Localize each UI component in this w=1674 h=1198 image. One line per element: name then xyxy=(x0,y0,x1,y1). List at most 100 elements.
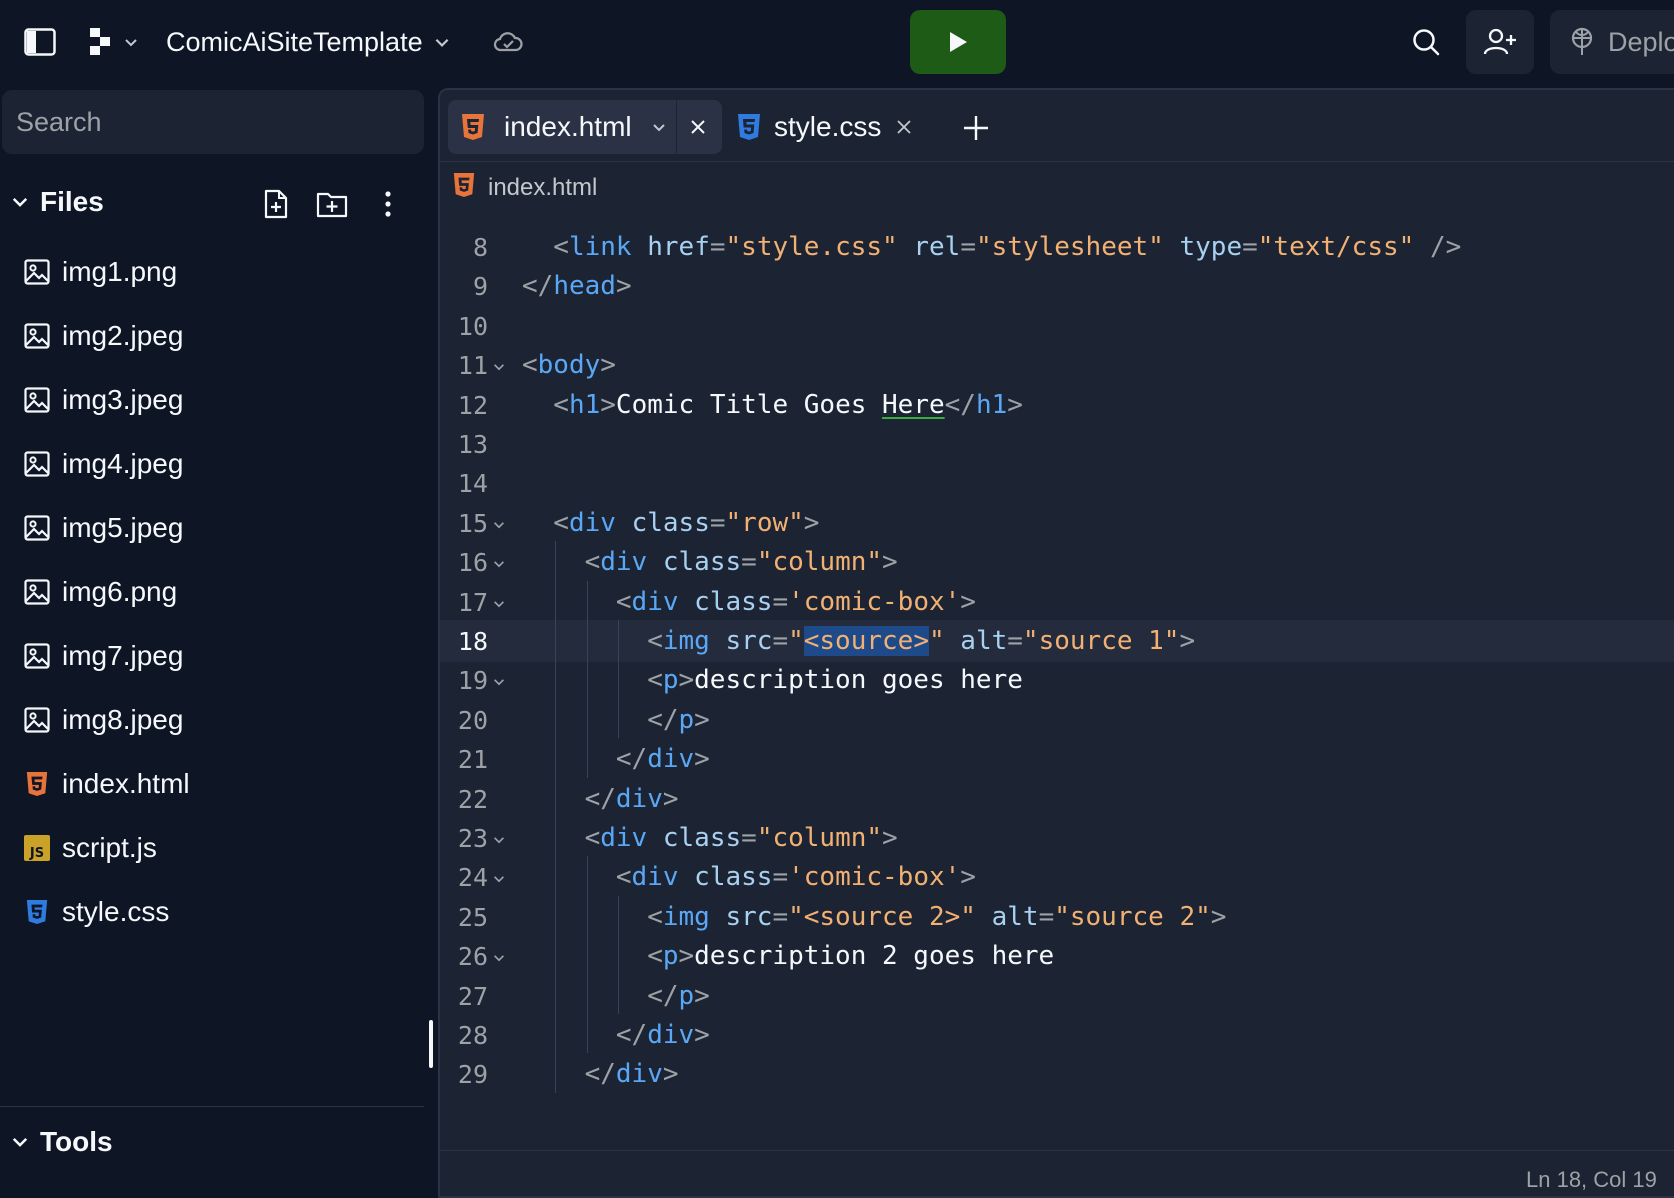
files-header[interactable]: Files xyxy=(0,174,428,230)
fold-chevron-icon[interactable] xyxy=(490,555,508,573)
file-item[interactable]: img4.jpeg xyxy=(0,432,428,496)
code-token: = xyxy=(772,586,789,617)
code-line[interactable]: 26 <p>description 2 goes here xyxy=(440,935,1674,977)
tab-style-css[interactable]: style.css xyxy=(730,100,930,154)
code-line[interactable]: 21 </div> xyxy=(440,738,1674,780)
code-token: < xyxy=(647,941,663,972)
code-line[interactable]: 9 </head> xyxy=(440,265,1674,307)
code-line[interactable]: 8 <link href="style.css" rel="stylesheet"… xyxy=(440,226,1674,268)
run-button[interactable] xyxy=(910,10,1006,74)
code-line[interactable]: 25 <img src="<source 2>" alt="source 2"> xyxy=(440,895,1674,938)
image-icon xyxy=(22,641,52,671)
cloud-check-icon[interactable] xyxy=(486,22,530,62)
code-line[interactable]: 14 xyxy=(440,462,1674,504)
indent-guide xyxy=(586,580,588,620)
code-token: = xyxy=(1038,901,1055,932)
deploy-button[interactable]: Deploy xyxy=(1550,10,1674,74)
line-number: 28 xyxy=(457,1021,488,1050)
chevron-down-icon[interactable] xyxy=(646,114,672,140)
chevron-down-icon[interactable] xyxy=(6,188,34,216)
code-line[interactable]: 27 </p> xyxy=(440,974,1674,1017)
fold-chevron-icon[interactable] xyxy=(490,949,508,967)
file-item[interactable]: img1.png xyxy=(0,240,428,304)
code-token: "text/css" xyxy=(1257,232,1415,262)
fold-chevron-icon[interactable] xyxy=(490,673,508,691)
code-line[interactable]: 13 xyxy=(440,423,1674,465)
code-line[interactable]: 24 <div class='comic-box'> xyxy=(440,856,1674,898)
code-token: "column" xyxy=(756,547,883,578)
code-token: src xyxy=(725,901,773,932)
close-icon[interactable] xyxy=(890,113,918,141)
code-line[interactable]: 10 xyxy=(440,305,1674,347)
new-file-icon[interactable] xyxy=(256,184,296,224)
indent-guide xyxy=(555,580,557,620)
repl-name: ComicAiSiteTemplate xyxy=(166,26,423,57)
file-item[interactable]: img7.jpeg xyxy=(0,624,428,688)
breadcrumb-filename[interactable]: index.html xyxy=(488,174,597,202)
code-line[interactable]: 28 </div> xyxy=(440,1014,1674,1056)
invite-user-button[interactable] xyxy=(1466,10,1534,74)
code-text: <img src="<source 2>" alt="source 2"> xyxy=(647,902,1226,932)
file-item[interactable]: img6.png xyxy=(0,560,428,624)
file-item[interactable]: JS script.js xyxy=(0,816,428,880)
repl-switcher-icon[interactable] xyxy=(84,22,144,62)
file-item[interactable]: index.html xyxy=(0,752,428,816)
image-icon xyxy=(22,385,52,415)
code-text: <img src="<source>" alt="source 1"> xyxy=(647,626,1195,656)
fold-chevron-icon[interactable] xyxy=(490,831,508,849)
code-line[interactable]: 17 <div class='comic-box'> xyxy=(440,580,1674,623)
code-token: div xyxy=(647,744,695,775)
code-text: <div class="column"> xyxy=(585,823,898,853)
more-options-icon[interactable] xyxy=(368,184,408,224)
editor-pane: index.html style.css index.html 8 <link … xyxy=(438,88,1674,1198)
line-number: 17 xyxy=(457,587,488,617)
code-token: </ xyxy=(584,1059,616,1090)
image-icon xyxy=(22,257,52,287)
file-item[interactable]: img3.jpeg xyxy=(0,368,428,432)
fold-chevron-icon[interactable] xyxy=(490,516,508,534)
line-number: 29 xyxy=(457,1060,488,1090)
code-line[interactable]: 11 <body> xyxy=(440,344,1674,386)
code-line[interactable]: 20 </p> xyxy=(440,698,1674,741)
breadcrumb: index.html xyxy=(440,163,1674,213)
top-bar: ComicAiSiteTemplate Deploy xyxy=(0,0,1674,84)
file-item[interactable]: style.css xyxy=(0,880,428,944)
code-text: </div> xyxy=(616,744,710,774)
file-name: index.html xyxy=(62,768,190,799)
code-line[interactable]: 18 <img src="<source>" alt="source 1"> xyxy=(440,620,1674,662)
fold-chevron-icon[interactable] xyxy=(490,595,508,613)
file-item[interactable]: img8.jpeg xyxy=(0,688,428,752)
code-line[interactable]: 19 <p>description goes here xyxy=(440,659,1674,701)
file-item[interactable]: img5.jpeg xyxy=(0,496,428,560)
indent-guide xyxy=(555,974,557,1014)
code-line[interactable]: 22 </div> xyxy=(440,777,1674,820)
file-item[interactable]: img2.jpeg xyxy=(0,304,428,368)
search-input[interactable] xyxy=(2,90,424,154)
new-folder-icon[interactable] xyxy=(312,184,352,224)
code-line[interactable]: 15 <div class="row"> xyxy=(440,502,1674,544)
code-token: link xyxy=(568,232,632,262)
code-line[interactable]: 23 <div class="column"> xyxy=(440,817,1674,859)
code-line[interactable]: 29 </div> xyxy=(440,1053,1674,1095)
code-line[interactable]: 12 <h1>Comic Title Goes Here</h1> xyxy=(440,384,1674,426)
search-icon[interactable] xyxy=(1404,20,1448,64)
code-token: alt xyxy=(960,626,1008,656)
sidebar-resize-handle[interactable] xyxy=(429,1020,433,1068)
code-token: > xyxy=(882,547,898,578)
tab-index-html[interactable]: index.html xyxy=(448,100,722,154)
repl-name-dropdown[interactable]: ComicAiSiteTemplate xyxy=(166,22,451,62)
code-token: /> xyxy=(1429,232,1462,262)
code-token: <source> xyxy=(803,626,929,656)
tools-header[interactable]: Tools xyxy=(0,1112,428,1172)
cursor-position[interactable]: Ln 18, Col 19 xyxy=(1526,1167,1657,1193)
chevron-down-icon[interactable] xyxy=(6,1128,34,1156)
indent-guide xyxy=(555,856,557,896)
new-tab-plus-icon[interactable] xyxy=(960,112,992,144)
close-icon[interactable] xyxy=(684,113,712,141)
fold-chevron-icon[interactable] xyxy=(490,358,508,376)
fold-chevron-icon[interactable] xyxy=(490,870,508,888)
sidebar-toggle-icon[interactable] xyxy=(18,22,62,62)
code-editor[interactable]: 8 <link href="style.css" rel="stylesheet"… xyxy=(440,214,1674,1149)
code-token: "row" xyxy=(725,507,804,538)
code-line[interactable]: 16 <div class="column"> xyxy=(440,541,1674,583)
